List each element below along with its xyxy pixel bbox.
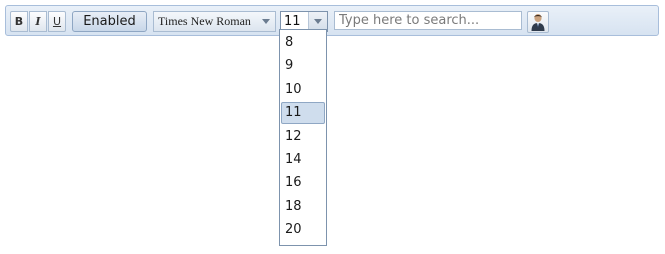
font-size-option[interactable]: 12: [281, 126, 325, 148]
font-size-option[interactable]: 16: [281, 172, 325, 194]
font-size-option[interactable]: 18: [281, 196, 325, 218]
font-size-option[interactable]: 8: [281, 32, 325, 54]
underline-button[interactable]: U: [48, 11, 66, 32]
search-input[interactable]: [334, 11, 522, 30]
font-size-option[interactable]: 14: [281, 149, 325, 171]
page: B I U Enabled Times New Roman 11 8910111…: [0, 0, 665, 254]
font-family-value: Times New Roman: [158, 14, 251, 28]
user-icon: [531, 14, 545, 31]
font-size-option[interactable]: 10: [281, 79, 325, 101]
font-size-option[interactable]: 20: [281, 219, 325, 241]
user-button[interactable]: [527, 11, 549, 33]
italic-button[interactable]: I: [29, 11, 47, 32]
bold-button[interactable]: B: [10, 11, 28, 32]
font-family-select[interactable]: Times New Roman: [153, 11, 276, 32]
format-button-group: B I U: [10, 11, 68, 32]
font-size-option[interactable]: 11: [281, 102, 325, 124]
enabled-toggle-button[interactable]: Enabled: [72, 11, 147, 32]
font-size-dropdown-list: 8 9 10 11 12 14 16 18 20: [279, 29, 327, 246]
chevron-down-icon[interactable]: [257, 12, 275, 31]
font-size-option[interactable]: 9: [281, 55, 325, 77]
font-size-value: 11: [284, 14, 301, 29]
toolbar: B I U Enabled Times New Roman 11: [5, 5, 659, 36]
